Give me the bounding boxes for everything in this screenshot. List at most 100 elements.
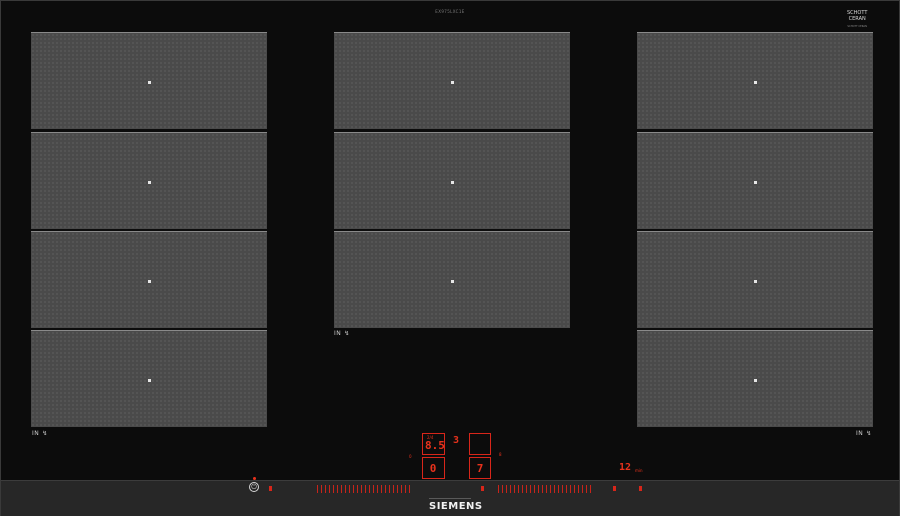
slider-tick [578,485,579,493]
slider-tick [409,485,410,493]
slider-tick [365,485,366,493]
slider-tick [502,485,503,493]
zone-power-level-display: 8.5 [425,439,445,452]
slider-tick [333,485,334,493]
zone-center-mark [148,280,151,283]
left-side-marker: 0 [409,454,412,459]
zone-display-bottom-right[interactable]: 7 [469,457,491,479]
slider-tick [530,485,531,493]
slider-tick [353,485,354,493]
cooking-zone-right-4[interactable] [637,330,873,427]
cooking-zone-right-3[interactable] [637,231,873,328]
slider-tick [397,485,398,493]
zone-level-display-3: 0 [429,462,437,475]
slider-tick [554,485,555,493]
slider-tick [337,485,338,493]
slider-tick [329,485,330,493]
slider-tick [361,485,362,493]
slider-tick [522,485,523,493]
cooking-zone-right-1[interactable] [637,32,873,129]
slider-tick [558,485,559,493]
slider-tick [357,485,358,493]
zone-center-mark [451,81,454,84]
model-code: EX975LXC1E [435,9,465,14]
zone-center-mark [451,181,454,184]
cooktop-surface: EX975LXC1E SCHOTT CERAN SCHOTT CERAN IN ↯… [0,0,900,516]
slider-tick [538,485,539,493]
slider-tick [405,485,406,493]
cooking-zone-left-3[interactable] [31,231,267,328]
schott-ceran-logo: SCHOTT CERAN SCHOTT CERAN [847,10,868,28]
slider-tick [514,485,515,493]
slider-tick [349,485,350,493]
power-indicator-light [253,477,256,480]
slider-tick [341,485,342,493]
zone-center-mark [754,81,757,84]
slider-tick [582,485,583,493]
indicator-c [613,486,616,491]
induction-label-right: IN ↯ [856,430,872,437]
cooking-zone-left-1[interactable] [31,32,267,129]
slider-tick [550,485,551,493]
slider-tick [586,485,587,493]
slider-tick [498,485,499,493]
slider-tick [377,485,378,493]
slider-tick [401,485,402,493]
cooking-zone-left-4[interactable] [31,330,267,427]
zone-center-mark [451,280,454,283]
slider-tick [562,485,563,493]
indicator-a [269,486,272,491]
power-button[interactable]: ⏻ [249,482,259,492]
slider-tick [506,485,507,493]
zone-display-top-left[interactable]: 2/4 8.5 [422,433,445,455]
power-slider-right[interactable] [498,485,594,493]
slider-tick [389,485,390,493]
slider-tick [526,485,527,493]
zone-display-bottom-left[interactable]: 0 [422,457,445,479]
slider-tick [317,485,318,493]
cooking-zone-middle-2[interactable] [334,132,570,229]
siemens-logo: SIEMENS [429,501,483,512]
zone-center-mark [148,379,151,382]
timer-display: 12 [618,462,632,473]
power-slider-left[interactable] [317,485,413,493]
zone-center-mark [148,181,151,184]
slider-tick [325,485,326,493]
cooking-zone-left-2[interactable] [31,132,267,229]
zone-center-mark [754,280,757,283]
slider-tick [385,485,386,493]
cooking-zone-middle-1[interactable] [334,32,570,129]
slider-tick [546,485,547,493]
slider-tick [393,485,394,493]
slider-tick [373,485,374,493]
slider-tick [566,485,567,493]
slider-tick [542,485,543,493]
indicator-d [639,486,642,491]
slider-tick [369,485,370,493]
slider-tick [574,485,575,493]
slider-tick [590,485,591,493]
zone-center-mark [754,379,757,382]
brand-rule [429,498,471,499]
induction-label-left: IN ↯ [32,430,48,437]
flex-zone-icon: ↯ [866,430,872,437]
cooking-zone-middle-3[interactable] [334,231,570,328]
power-icon: ⏻ [251,483,257,491]
slider-tick [345,485,346,493]
slider-tick [570,485,571,493]
zone-level-display-4: 7 [476,462,484,475]
flex-zone-icon: ↯ [344,330,350,337]
zone-level-display-2: 3 [452,435,460,446]
zone-center-mark [754,181,757,184]
flex-zone-icon: ↯ [42,430,48,437]
slider-tick [534,485,535,493]
slider-tick [381,485,382,493]
zone-center-mark [148,81,151,84]
zone-display-top-right[interactable] [469,433,491,455]
timer-unit: min [635,468,643,473]
induction-label-middle: IN ↯ [334,330,350,337]
slider-tick [321,485,322,493]
slider-tick [518,485,519,493]
cooking-zone-right-2[interactable] [637,132,873,229]
slider-tick [510,485,511,493]
